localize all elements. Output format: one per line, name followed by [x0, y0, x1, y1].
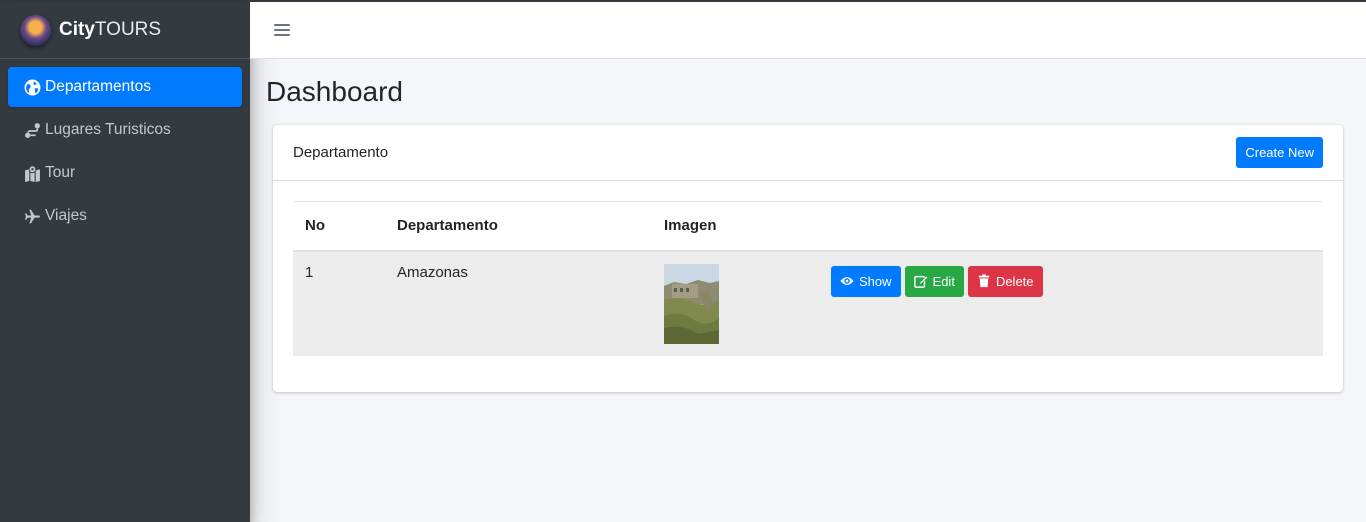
show-button[interactable]: Show: [831, 265, 901, 297]
departamento-card: Departamento Create New No Departamento …: [273, 125, 1343, 392]
card-header: Departamento Create New: [273, 125, 1343, 181]
column-header-actions: [819, 201, 1323, 252]
trash-icon: [977, 274, 991, 288]
cell-no: 1: [305, 263, 314, 281]
departamentos-table: No Departamento Imagen 1 Amazonas Show E…: [293, 201, 1323, 356]
edit-icon: [913, 274, 928, 288]
sidebar-item-label: Lugares Turisticos: [45, 121, 171, 138]
sidebar: CityTOURS Departamentos Lugares Turistic…: [0, 2, 250, 522]
delete-button[interactable]: Delete: [967, 265, 1043, 297]
show-button-label: Show: [859, 273, 892, 289]
cell-actions: Show Edit Delete: [819, 251, 1323, 356]
row-actions: Show Edit Delete: [831, 264, 1311, 297]
column-header-departamento: Departamento: [385, 201, 652, 252]
brand-text: CityTOURS: [59, 19, 161, 41]
column-header-imagen: Imagen: [652, 201, 819, 252]
plane-icon: [23, 207, 41, 225]
sidebar-item-label: Tour: [45, 164, 76, 181]
table-row: 1 Amazonas Show Edit Delete: [293, 250, 1323, 356]
table-header-row: No Departamento Imagen: [293, 201, 1323, 252]
sidebar-item-viajes[interactable]: Viajes: [8, 196, 242, 236]
sidebar-item-lugares-turisticos[interactable]: Lugares Turisticos: [8, 110, 242, 150]
sidebar-item-departamentos[interactable]: Departamentos: [8, 67, 242, 107]
globe-icon: [23, 78, 41, 96]
brand-text-light: TOURS: [94, 19, 162, 40]
brand-link[interactable]: CityTOURS: [0, 2, 250, 59]
cell-departamento: Amazonas: [397, 263, 468, 281]
delete-button-label: Delete: [995, 273, 1034, 289]
edit-button-label: Edit: [932, 273, 955, 289]
sidebar-item-label: Departamentos: [45, 78, 151, 95]
map-marked-icon: [23, 164, 41, 182]
create-new-button[interactable]: Create New: [1236, 137, 1323, 168]
eye-icon: [840, 274, 854, 288]
card-title: Departamento: [293, 144, 389, 161]
cell-imagen: [652, 251, 819, 356]
hamburger-bar: [274, 24, 290, 26]
page-title: Dashboard: [266, 76, 403, 107]
hamburger-bar: [274, 34, 290, 36]
departamento-thumbnail[interactable]: [664, 263, 719, 344]
hamburger-bar: [274, 29, 290, 31]
route-icon: [23, 121, 41, 139]
column-header-no: No: [293, 201, 385, 252]
sidebar-item-tour[interactable]: Tour: [8, 153, 242, 193]
hamburger-icon[interactable]: [274, 23, 290, 37]
edit-button[interactable]: Edit: [904, 265, 964, 297]
sidebar-item-label: Viajes: [45, 207, 87, 224]
brand-logo: [20, 14, 51, 46]
top-navbar: [250, 2, 1366, 59]
card-body: No Departamento Imagen 1 Amazonas Show E…: [273, 181, 1343, 376]
sidebar-nav: Departamentos Lugares Turisticos Tour Vi…: [0, 59, 250, 236]
brand-text-strong: City: [59, 19, 95, 40]
